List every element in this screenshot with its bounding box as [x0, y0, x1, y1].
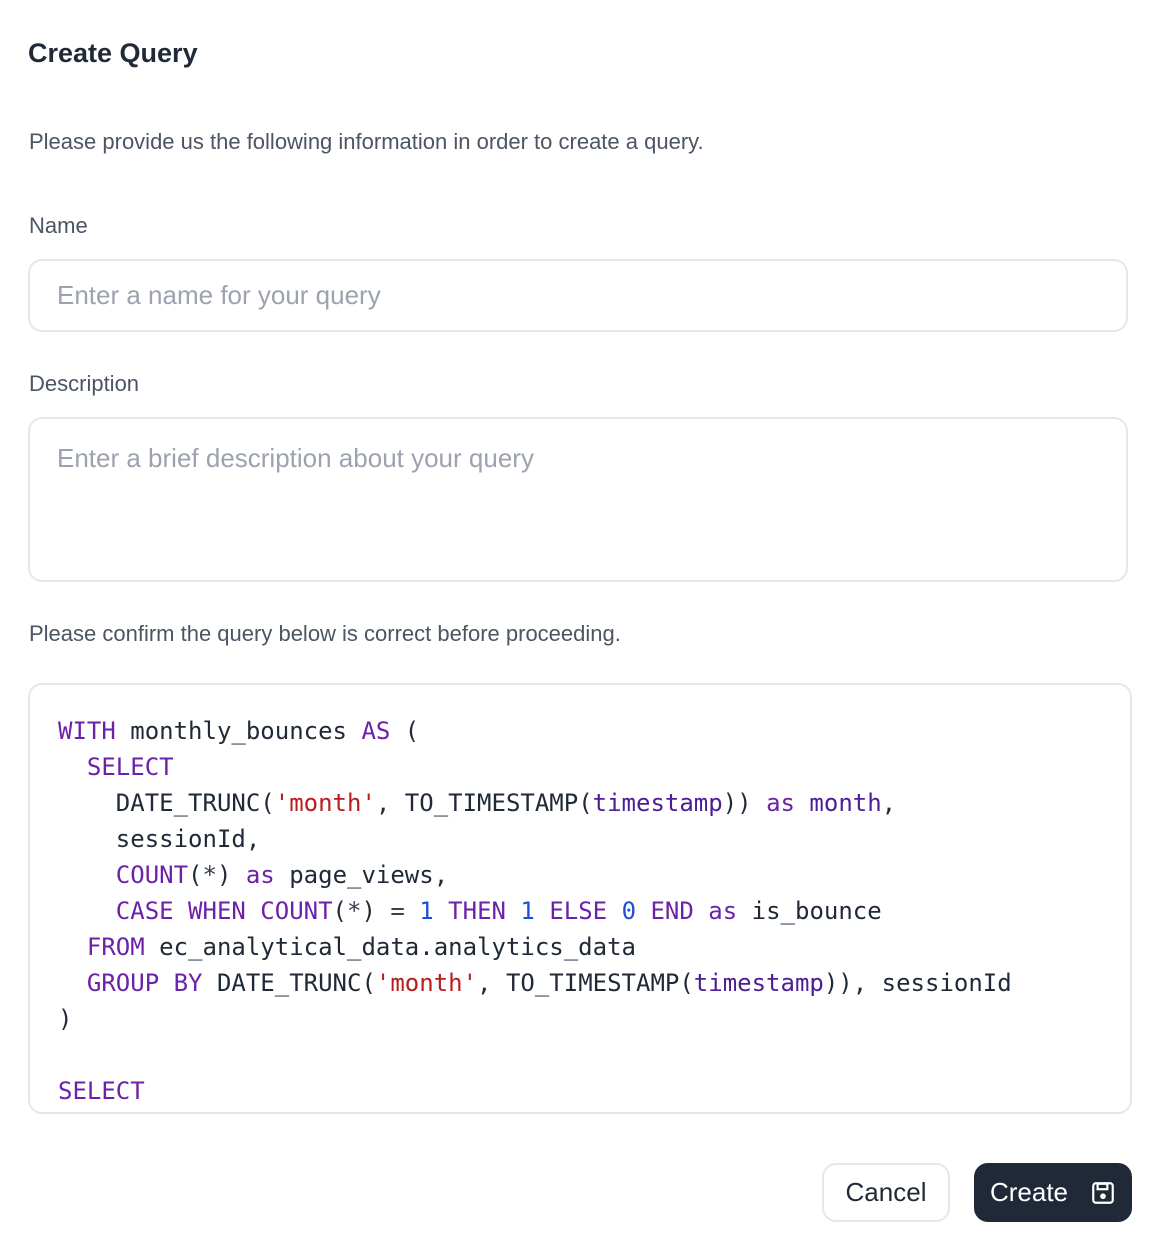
code-token: WHEN: [188, 897, 246, 925]
code-token: )): [722, 789, 767, 817]
code-token: (: [188, 861, 203, 889]
save-icon: [1092, 1181, 1114, 1204]
code-token: =: [390, 897, 405, 925]
query-code: WITH monthly_bounces AS ( SELECT DATE_TR…: [58, 713, 1012, 1109]
code-token: as: [245, 861, 275, 889]
query-code-editor[interactable]: WITH monthly_bounces AS ( SELECT DATE_TR…: [28, 683, 1132, 1114]
code-token: month: [809, 789, 882, 817]
code-token: timestamp: [693, 969, 824, 997]
code-token: COUNT: [260, 897, 333, 925]
code-token: 1: [520, 897, 535, 925]
code-token: page_views,: [274, 861, 449, 889]
create-query-dialog: Create Query Please provide us the follo…: [0, 0, 1172, 1258]
code-token: SELECT: [86, 753, 174, 781]
confirm-query-text: Please confirm the query below is correc…: [29, 621, 621, 646]
code-token: ): [216, 861, 246, 889]
code-token: 1: [419, 897, 434, 925]
dialog-title: Create Query: [28, 38, 198, 68]
code-token: THEN: [448, 897, 506, 925]
code-token: SELECT: [58, 1077, 145, 1105]
code-token: GROUP BY: [86, 969, 203, 997]
code-token: sessionId,: [58, 825, 261, 853]
code-token: 0: [621, 897, 637, 925]
code-token: AS: [361, 717, 391, 745]
code-token: ,: [881, 789, 897, 817]
code-line: COUNT(*) as page_views,: [58, 857, 1012, 893]
code-token: COUNT: [115, 861, 189, 889]
code-token: is_bounce: [737, 897, 882, 925]
create-button[interactable]: Create: [974, 1163, 1132, 1222]
code-line: CASE WHEN COUNT(*) = 1 THEN 1 ELSE 0 END…: [58, 893, 1012, 929]
code-token: 'month': [274, 789, 376, 817]
name-input[interactable]: [28, 259, 1128, 332]
code-token: (: [332, 897, 347, 925]
code-line: sessionId,: [58, 821, 1012, 857]
description-textarea[interactable]: [28, 417, 1128, 582]
code-token: END: [650, 897, 694, 925]
name-label: Name: [29, 213, 88, 238]
code-line: DATE_TRUNC('month', TO_TIMESTAMP(timesta…: [58, 785, 1012, 821]
code-line: GROUP BY DATE_TRUNC('month', TO_TIMESTAM…: [58, 965, 1012, 1001]
code-token: *: [202, 861, 217, 889]
code-line: FROM ec_analytical_data.analytics_data: [58, 929, 1012, 965]
code-line: SELECT: [58, 749, 1012, 785]
code-token: as: [766, 789, 795, 817]
code-token: FROM: [86, 933, 145, 961]
code-line: SELECT: [58, 1073, 1012, 1109]
code-token: (: [390, 717, 420, 745]
code-token: ): [58, 1005, 73, 1033]
code-token: WITH: [58, 717, 116, 745]
description-label: Description: [29, 371, 140, 396]
code-token: DATE_TRUNC(: [58, 789, 275, 817]
code-token: timestamp: [592, 789, 723, 817]
code-token: as: [708, 897, 738, 925]
dialog-intro-text: Please provide us the following informat…: [29, 129, 704, 154]
code-token: ): [361, 897, 391, 925]
code-token: , TO_TIMESTAMP(: [375, 789, 593, 817]
code-token: ec_analytical_data.analytics_data: [144, 933, 636, 961]
cancel-button[interactable]: Cancel: [822, 1163, 950, 1222]
code-line: ): [58, 1001, 1012, 1037]
code-token: DATE_TRUNC(: [202, 969, 376, 997]
code-token: 'month': [375, 969, 478, 997]
cancel-button-label: Cancel: [845, 1177, 927, 1207]
code-token: ELSE: [549, 897, 608, 925]
code-token: )), sessionId: [823, 969, 1012, 997]
code-line: WITH monthly_bounces AS (: [58, 713, 1012, 749]
code-token: *: [347, 897, 362, 925]
code-token: , TO_TIMESTAMP(: [477, 969, 694, 997]
code-token: monthly_bounces: [115, 717, 362, 745]
create-button-label: Create: [989, 1177, 1069, 1207]
code-token: CASE: [115, 897, 174, 925]
